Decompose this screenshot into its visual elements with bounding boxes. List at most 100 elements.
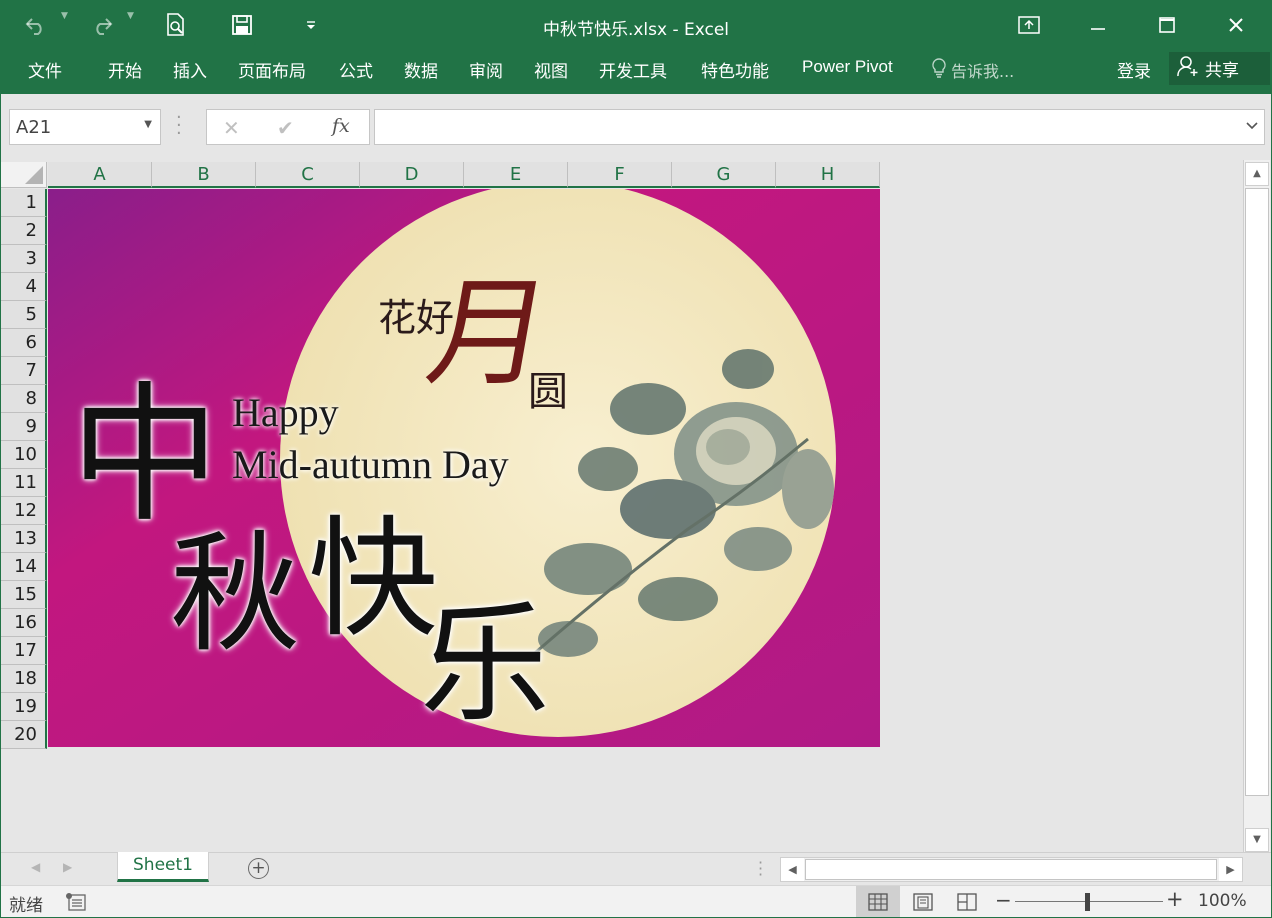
column-header-a[interactable]: A [48, 162, 152, 188]
tab-file[interactable]: 文件 [28, 57, 62, 82]
tab-developer[interactable]: 开发工具 [599, 57, 667, 82]
name-box-dropdown-icon[interactable]: ▼ [144, 119, 152, 130]
scroll-left-icon[interactable]: ◀ [781, 858, 804, 881]
lightbulb-icon [931, 57, 947, 83]
title-bar: ▼ ▼ 中秋节快乐.xlsx - Excel [1, 1, 1271, 51]
column-header-h[interactable]: H [776, 162, 880, 188]
close-icon[interactable] [1213, 5, 1259, 45]
tell-me-label: 告诉我... [951, 62, 1015, 81]
share-button[interactable]: 共享 [1169, 52, 1270, 85]
picture-text-yuan: 圆 [528, 369, 568, 415]
row-header[interactable]: 18 [1, 665, 47, 693]
row-header[interactable]: 2 [1, 217, 47, 245]
vertical-scrollbar[interactable]: ▲ ▼ [1243, 160, 1270, 852]
tab-review[interactable]: 审阅 [469, 57, 503, 82]
status-bar: 就绪 − + 100% [1, 885, 1271, 917]
add-sheet-icon[interactable]: + [248, 858, 269, 879]
formula-input[interactable] [374, 109, 1265, 145]
login-link[interactable]: 登录 [1117, 57, 1151, 82]
status-ready: 就绪 [9, 896, 43, 916]
big-char-kuai: 快 [308, 503, 439, 655]
undo-dropdown-icon[interactable]: ▼ [61, 11, 68, 21]
row-header[interactable]: 14 [1, 553, 47, 581]
tell-me-box[interactable]: 告诉我... [931, 57, 1014, 83]
row-header[interactable]: 12 [1, 497, 47, 525]
column-header-b[interactable]: B [152, 162, 256, 188]
row-header[interactable]: 8 [1, 385, 47, 413]
tab-insert[interactable]: 插入 [173, 57, 207, 82]
previous-sheet-icon[interactable]: ◀ [31, 860, 40, 874]
page-break-preview-icon[interactable] [945, 886, 989, 917]
expand-formula-bar-icon[interactable] [1246, 119, 1258, 133]
print-preview-icon[interactable] [161, 9, 191, 41]
ribbon-display-options-icon[interactable] [1006, 5, 1052, 45]
next-sheet-icon[interactable]: ▶ [63, 860, 72, 874]
sheet-tab-bar: ◀ ▶ Sheet1 + · · · ◀ ▶ [1, 852, 1271, 885]
confirm-entry-icon[interactable]: ✔ [277, 116, 294, 140]
row-header[interactable]: 1 [1, 189, 47, 217]
tab-view[interactable]: 视图 [534, 57, 568, 82]
formula-bar: A21 ▼ · · · ✕ ✔ fx [1, 94, 1271, 160]
minimize-icon[interactable] [1075, 5, 1121, 45]
column-header-f[interactable]: F [568, 162, 672, 188]
column-header-c[interactable]: C [256, 162, 360, 188]
row-header[interactable]: 19 [1, 693, 47, 721]
tab-home[interactable]: 开始 [108, 57, 142, 82]
tab-power-pivot[interactable]: Power Pivot [802, 57, 893, 77]
tab-formulas[interactable]: 公式 [339, 57, 373, 82]
customize-qat-icon[interactable] [299, 9, 323, 41]
big-char-le: 乐 [420, 588, 551, 740]
row-header[interactable]: 16 [1, 609, 47, 637]
row-header[interactable]: 10 [1, 441, 47, 469]
column-header-g[interactable]: G [672, 162, 776, 188]
scroll-right-icon[interactable]: ▶ [1219, 858, 1242, 881]
page-layout-view-icon[interactable] [901, 886, 945, 917]
zoom-in-icon[interactable]: + [1166, 887, 1184, 911]
row-header[interactable]: 3 [1, 245, 47, 273]
insert-function-icon[interactable]: fx [332, 115, 350, 137]
excel-window: ▼ ▼ 中秋节快乐.xlsx - Excel 文件 开始 插入 页面布局 公式 … [0, 0, 1272, 918]
cancel-entry-icon[interactable]: ✕ [223, 116, 240, 140]
user-add-icon [1177, 55, 1199, 82]
row-header[interactable]: 15 [1, 581, 47, 609]
row-header[interactable]: 17 [1, 637, 47, 665]
zoom-slider-thumb[interactable] [1085, 893, 1090, 911]
scroll-down-icon[interactable]: ▼ [1245, 828, 1269, 852]
horizontal-scrollbar[interactable]: ◀ ▶ [780, 857, 1243, 882]
select-all-corner[interactable] [1, 162, 47, 188]
column-header-e[interactable]: E [464, 162, 568, 188]
column-header-d[interactable]: D [360, 162, 464, 188]
undo-icon[interactable] [21, 9, 51, 41]
share-label: 共享 [1205, 61, 1239, 81]
redo-icon[interactable] [87, 9, 117, 41]
sheet-tab-sheet1[interactable]: Sheet1 [117, 852, 209, 882]
row-header[interactable]: 7 [1, 357, 47, 385]
scroll-up-icon[interactable]: ▲ [1245, 162, 1269, 186]
greeting-happy: Happy [232, 390, 339, 435]
formula-bar-resize-handle[interactable]: · · · [176, 109, 182, 143]
tab-page-layout[interactable]: 页面布局 [238, 57, 306, 82]
name-box-value: A21 [16, 117, 52, 138]
zoom-out-icon[interactable]: − [995, 888, 1012, 912]
save-icon[interactable] [227, 9, 257, 41]
row-header[interactable]: 5 [1, 301, 47, 329]
row-header[interactable]: 4 [1, 273, 47, 301]
big-char-qiu: 秋 [170, 518, 301, 670]
tab-special-features[interactable]: 特色功能 [701, 57, 769, 82]
zoom-level[interactable]: 100% [1198, 891, 1247, 911]
redo-dropdown-icon[interactable]: ▼ [127, 11, 134, 21]
normal-view-icon[interactable] [856, 886, 900, 917]
tab-split-handle[interactable]: · · · [758, 855, 763, 883]
row-header[interactable]: 13 [1, 525, 47, 553]
row-header[interactable]: 20 [1, 721, 47, 749]
name-box[interactable]: A21 ▼ [9, 109, 161, 145]
horizontal-scroll-thumb[interactable] [805, 859, 1217, 880]
row-header[interactable]: 11 [1, 469, 47, 497]
vertical-scroll-thumb[interactable] [1245, 188, 1269, 796]
row-header[interactable]: 9 [1, 413, 47, 441]
row-header[interactable]: 6 [1, 329, 47, 357]
mid-autumn-picture[interactable]: 花好 月 圆 Happy Mid-autumn Day 中 秋 快 乐 [48, 189, 880, 747]
macro-recording-icon[interactable] [65, 892, 87, 916]
maximize-icon[interactable] [1144, 5, 1190, 45]
tab-data[interactable]: 数据 [404, 57, 438, 82]
